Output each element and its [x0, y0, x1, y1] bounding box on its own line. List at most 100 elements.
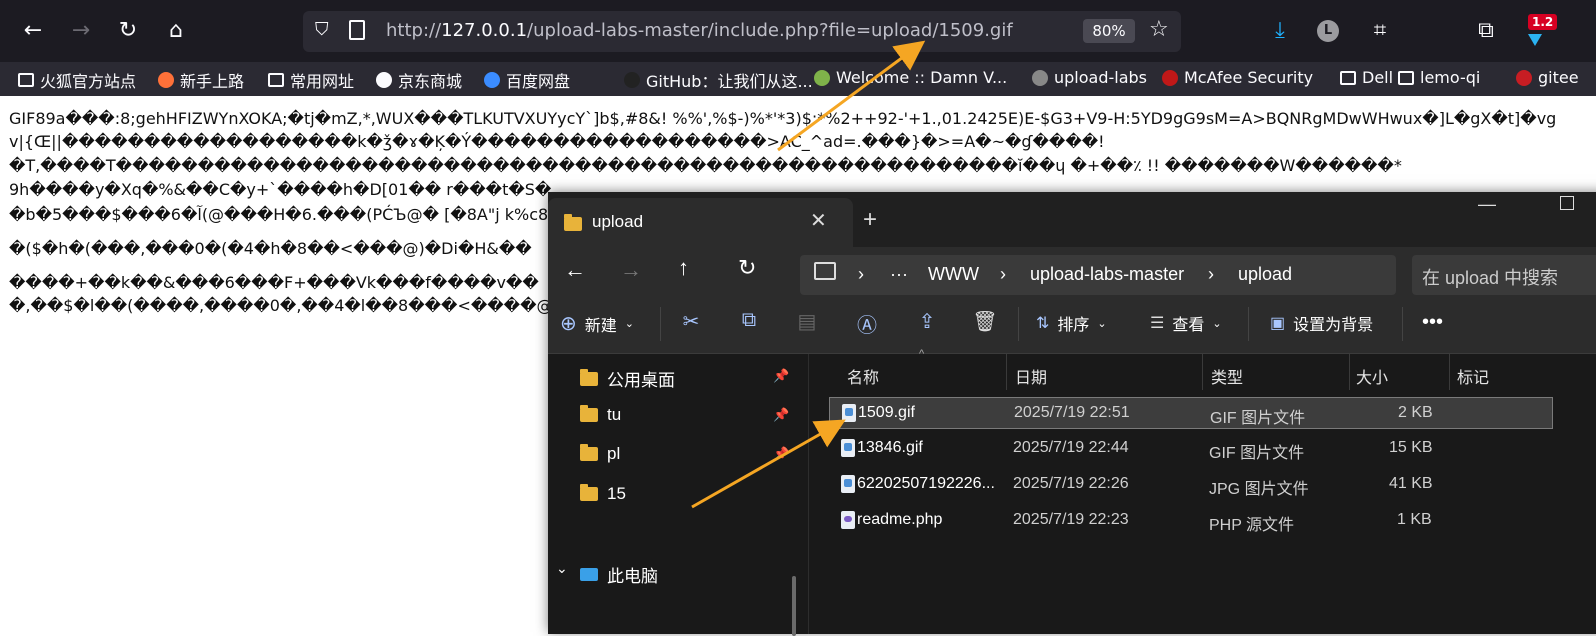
maximize-icon[interactable] — [1560, 196, 1574, 210]
file-type: GIF 图片文件 — [1210, 410, 1306, 427]
table-row[interactable]: readme.php 2025/7/19 22:23 PHP 源文件 1 KB — [829, 505, 1553, 537]
view-button[interactable]: ☰ 查看 ⌄ — [1150, 311, 1222, 335]
file-date: 2025/7/19 22:44 — [1013, 439, 1129, 456]
shield-icon[interactable]: ⛉ — [315, 19, 337, 43]
bookmark-item[interactable]: 常用网址 — [268, 68, 354, 92]
file-list: 名称 ^ 日期 类型 大小 标记 1509.gif 2025/7/19 22:5… — [808, 348, 1596, 634]
sort-label: 排序 — [1057, 317, 1090, 334]
page-text-line: �b�5���$���6�آ(@���H�6.���(PĆЪ@� [�8A"j … — [9, 205, 549, 224]
breadcrumb-item[interactable]: upload-labs-master — [1030, 264, 1184, 285]
download-icon[interactable]: ⤓ — [1265, 16, 1295, 46]
page-text-line: �($�h�(���,���0�(�4�h�8��<���@)�Di�H&�� — [9, 239, 532, 258]
chevron-down-icon: ⌄ — [624, 318, 634, 330]
search-box[interactable]: 在 upload 中搜索 — [1412, 255, 1596, 295]
column-header-tags[interactable]: 标记 — [1457, 364, 1489, 388]
sidebar-item[interactable]: 此电脑 — [580, 562, 658, 587]
bookmark-item[interactable]: 新手上路 — [158, 68, 244, 92]
reload-icon[interactable]: ↻ — [113, 16, 143, 46]
column-separator[interactable] — [1006, 354, 1007, 390]
rename-icon[interactable]: Ⓐ — [854, 309, 880, 338]
share-icon[interactable]: ⇪ — [914, 309, 940, 334]
column-header-row: 名称 ^ 日期 类型 大小 标记 — [809, 348, 1596, 390]
scrollbar[interactable] — [792, 576, 796, 636]
breadcrumb-item[interactable]: WWW — [928, 264, 979, 285]
profile-avatar[interactable]: L — [1317, 20, 1339, 42]
wallpaper-icon: ▣ — [1270, 315, 1286, 332]
sort-button[interactable]: ⇅ 排序 ⌄ — [1036, 311, 1107, 335]
column-header-name[interactable]: 名称 — [847, 364, 879, 388]
more-path-icon[interactable]: ··· — [890, 264, 908, 285]
bookmark-item[interactable]: lemo-qi — [1398, 68, 1480, 87]
bookmark-item[interactable]: upload-labs — [1032, 68, 1147, 87]
baidu-pan-icon — [484, 72, 500, 88]
copy-icon[interactable]: ⧉ — [736, 309, 762, 332]
page-text-line: GIF89a���:8;gehHFIZWYnXOKA;�tj�mZ,*,WUX�… — [9, 109, 1557, 128]
zoom-level-button[interactable]: 80% — [1083, 19, 1135, 43]
column-header-size[interactable]: 大小 — [1356, 364, 1388, 388]
search-placeholder: 在 upload 中搜索 — [1422, 268, 1559, 288]
forward-icon[interactable]: → — [66, 16, 96, 46]
up-icon[interactable]: ↑ — [678, 255, 689, 281]
pin-icon: 📌 — [773, 407, 790, 422]
column-header-date[interactable]: 日期 — [1015, 364, 1047, 388]
bookmark-item[interactable]: gitee — [1516, 68, 1579, 87]
extension-badge-button[interactable]: 1.2 — [1520, 12, 1564, 56]
bookmark-item[interactable]: 京东商城 — [376, 68, 462, 92]
table-row[interactable]: 1509.gif 2025/7/19 22:51 GIF 图片文件 2 KB — [829, 397, 1553, 429]
cut-icon[interactable]: ✂ — [678, 309, 704, 334]
bookmark-item[interactable]: 百度网盘 — [484, 68, 570, 92]
crop-screenshot-icon[interactable]: ⌗ — [1365, 16, 1395, 46]
column-separator[interactable] — [1202, 354, 1203, 390]
sidebar-item-label: 15 — [607, 484, 626, 503]
file-type: JPG 图片文件 — [1209, 481, 1309, 498]
bookmark-label: 京东商城 — [398, 72, 463, 91]
back-icon[interactable]: ← — [564, 257, 586, 283]
divider — [1018, 307, 1019, 341]
bookmark-item[interactable]: GitHub：让我们从这... — [624, 68, 813, 92]
close-tab-icon[interactable]: ✕ — [810, 208, 827, 233]
sidebar-item-label: tu — [607, 405, 622, 424]
bookmark-item[interactable]: 火狐官方站点 — [18, 68, 136, 92]
forward-icon[interactable]: → — [620, 257, 642, 283]
breadcrumb[interactable]: › ··· WWW › upload-labs-master › upload — [800, 255, 1396, 295]
pin-icon: 📌 — [773, 368, 790, 383]
divider — [1248, 307, 1249, 341]
sidebar-item[interactable]: tu — [580, 405, 621, 425]
column-header-type[interactable]: 类型 — [1211, 364, 1243, 388]
chevron-right-icon: › — [1000, 264, 1006, 284]
minimize-icon[interactable]: — — [1478, 194, 1496, 215]
folder-icon — [580, 484, 598, 501]
set-background-button[interactable]: ▣ 设置为背景 — [1270, 311, 1373, 335]
bookmark-item[interactable]: McAfee Security — [1162, 68, 1313, 87]
upload-labs-icon — [1032, 69, 1048, 86]
url-path: /upload-labs-master/include.php?file=upl… — [527, 20, 1013, 41]
chevron-down-icon[interactable]: ⌄ — [556, 560, 568, 577]
folder-icon — [564, 214, 582, 231]
badge-count: 1.2 — [1528, 14, 1558, 30]
paste-icon[interactable]: ▤ — [794, 309, 820, 334]
more-options-icon[interactable]: ••• — [1422, 311, 1443, 334]
home-icon[interactable]: ⌂ — [161, 16, 191, 46]
column-separator[interactable] — [1349, 354, 1350, 390]
breadcrumb-item[interactable]: upload — [1238, 264, 1292, 285]
explorer-tab[interactable]: upload ✕ — [548, 198, 853, 247]
bookmark-item[interactable]: Dell — [1340, 68, 1393, 87]
new-button[interactable]: ⊕ 新建 ⌄ — [560, 311, 634, 336]
back-icon[interactable]: ← — [18, 16, 48, 46]
new-tab-icon[interactable]: + — [863, 206, 877, 234]
sidebar-item[interactable]: 公用桌面 — [580, 366, 675, 391]
bookmark-item[interactable]: Welcome :: Damn V... — [814, 68, 1007, 87]
sidebar-item[interactable]: 15 — [580, 484, 626, 504]
address-bar[interactable]: ⛉ http://127.0.0.1/upload-labs-master/in… — [303, 11, 1181, 52]
delete-icon[interactable]: 🗑 — [972, 309, 998, 334]
url-text[interactable]: http://127.0.0.1/upload-labs-master/incl… — [386, 20, 1013, 41]
refresh-icon[interactable]: ↻ — [738, 255, 756, 281]
page-info-icon[interactable] — [349, 20, 365, 40]
extensions-icon[interactable]: ⧉ — [1471, 16, 1501, 46]
table-row[interactable]: 13846.gif 2025/7/19 22:44 GIF 图片文件 15 KB — [829, 433, 1553, 465]
sidebar-item[interactable]: pl — [580, 444, 620, 464]
column-separator[interactable] — [1449, 354, 1450, 390]
bookmark-star-icon[interactable]: ☆ — [1149, 17, 1169, 42]
table-row[interactable]: 62202507192226... 2025/7/19 22:26 JPG 图片… — [829, 469, 1553, 501]
file-explorer-window: upload ✕ + — ← → ↑ ↻ › ··· WWW › upload-… — [548, 192, 1596, 636]
